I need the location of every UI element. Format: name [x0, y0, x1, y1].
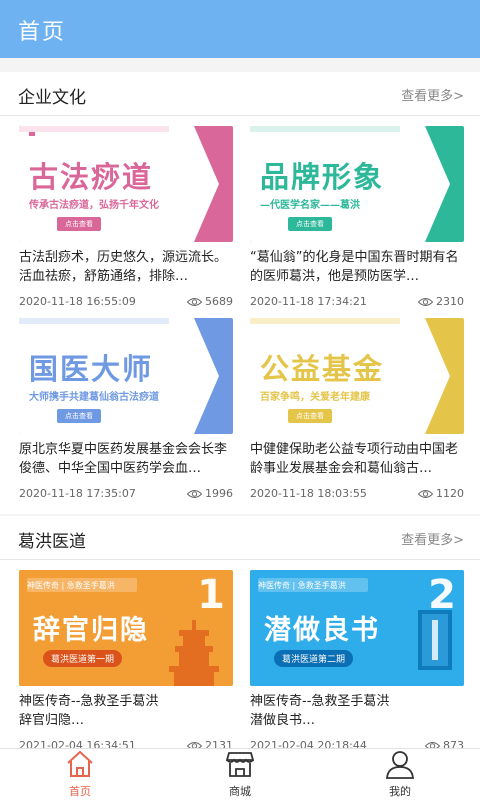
banner-subtitle: 百家争鸣，关爱老年建康	[260, 392, 370, 403]
view-count-value: 873	[443, 739, 464, 748]
article-banner: 品牌形象 —代医学名家——葛洪 点击查看	[250, 126, 464, 242]
view-count: 873	[425, 739, 464, 748]
tab-label: 我的	[389, 785, 411, 798]
eye-icon	[187, 741, 202, 748]
article-banner: 公益基金 百家争鸣，关爱老年建康 点击查看	[250, 318, 464, 434]
article-description: “葛仙翁”的化身是中国东晋时期有名的医师葛洪，他是预防医学…	[250, 250, 459, 284]
article-date: 2020-11-18 17:35:07	[19, 487, 136, 500]
bottom-tab-bar: 首页 商城 我的	[0, 748, 480, 800]
article-date: 2020-11-18 17:34:21	[250, 295, 367, 308]
article-card[interactable]: 公益基金 百家争鸣，关爱老年建康 点击查看 中健健保助老公益专项行动由中国老龄事…	[250, 318, 464, 503]
banner-number: 2	[428, 572, 456, 618]
eye-icon	[425, 741, 440, 748]
banner-title: 国医大师	[29, 352, 154, 386]
banner-period: 葛洪医道第一期	[43, 650, 123, 667]
article-date: 2021-02-04 16:34:51	[19, 739, 136, 748]
shop-icon	[225, 752, 255, 777]
article-meta: 2021-02-04 20:18:44 873	[250, 739, 464, 748]
user-icon	[386, 751, 414, 779]
view-count: 2131	[187, 739, 233, 748]
banner-number: 1	[197, 572, 225, 618]
article-card[interactable]: 品牌形象 —代医学名家——葛洪 点击查看 “葛仙翁”的化身是中国东晋时期有名的医…	[250, 126, 464, 311]
banner-title: 辞官归隐	[33, 615, 149, 646]
article-description: 神医传奇--急救圣手葛洪 潜做良书…	[250, 694, 390, 728]
article-date: 2020-11-18 16:55:09	[19, 295, 136, 308]
eye-icon	[187, 297, 202, 306]
banner-title: 潜做良书	[264, 615, 380, 646]
view-count: 1996	[187, 487, 233, 500]
article-banner: 国医大师 大师携手共建葛仙翁古法痧道 点击查看	[19, 318, 233, 434]
banner-button: 点击查看	[57, 409, 101, 423]
app-header: 首页	[0, 0, 480, 58]
section-culture: 企业文化 查看更多> 古法痧道 传承古法痧道，弘扬千年文化 点击查看 古法刮痧术…	[0, 72, 480, 514]
view-more-link[interactable]: 查看更多>	[401, 529, 464, 548]
section-header: 葛洪医道 查看更多>	[0, 516, 480, 560]
banner-title: 古法痧道	[29, 160, 154, 194]
banner-button: 点击查看	[288, 217, 332, 231]
section-title: 葛洪医道	[18, 532, 86, 552]
article-card[interactable]: 神医传奇 | 急救圣手葛洪 辞官归隐 葛洪医道第一期 1 神医传奇--急救圣手葛…	[19, 570, 233, 748]
view-count: 2310	[418, 295, 464, 308]
banner-tag: 神医传奇 | 急救圣手葛洪	[258, 581, 346, 590]
tab-label: 商城	[229, 785, 251, 798]
view-count-value: 2310	[436, 295, 464, 308]
article-description: 神医传奇--急救圣手葛洪 辞官归隐…	[19, 694, 159, 728]
article-banner: 神医传奇 | 急救圣手葛洪 潜做良书 葛洪医道第二期 2	[250, 570, 464, 686]
article-meta: 2020-11-18 18:03:55 1120	[250, 487, 464, 503]
article-card[interactable]: 神医传奇 | 急救圣手葛洪 潜做良书 葛洪医道第二期 2 神医传奇--急救圣手葛…	[250, 570, 464, 748]
banner-subtitle: 传承古法痧道，弘扬千年文化	[29, 200, 159, 211]
article-date: 2021-02-04 20:18:44	[250, 739, 367, 748]
article-description: 古法刮痧术，历史悠久，源远流长。活血祛瘀，舒筋通络，排除…	[19, 250, 228, 284]
article-description: 原北京华夏中医药发展基金会会长李俊德、中华全国中医药学会血…	[19, 442, 228, 476]
tab-profile[interactable]: 我的	[350, 749, 450, 800]
article-meta: 2020-11-18 17:34:21 2310	[250, 295, 464, 311]
tab-shop[interactable]: 商城	[190, 749, 290, 800]
article-meta: 2021-02-04 16:34:51 2131	[19, 739, 233, 748]
banner-title: 公益基金	[260, 352, 385, 386]
section-title: 企业文化	[18, 88, 86, 108]
article-banner: 神医传奇 | 急救圣手葛洪 辞官归隐 葛洪医道第一期 1	[19, 570, 233, 686]
tab-home[interactable]: 首页	[30, 749, 130, 800]
eye-icon	[418, 489, 433, 498]
article-card[interactable]: 国医大师 大师携手共建葛仙翁古法痧道 点击查看 原北京华夏中医药发展基金会会长李…	[19, 318, 233, 503]
banner-subtitle: —代医学名家——葛洪	[260, 200, 360, 211]
banner-tag: 神医传奇 | 急救圣手葛洪	[27, 581, 115, 590]
section-header: 企业文化 查看更多>	[0, 72, 480, 116]
view-count: 5689	[187, 295, 233, 308]
banner-title: 品牌形象	[260, 160, 385, 194]
view-count-value: 5689	[205, 295, 233, 308]
section-medicine: 葛洪医道 查看更多> 神医传奇 | 急救圣手葛洪 辞官归隐 葛洪医道第一期 1 …	[0, 516, 480, 748]
view-count: 1120	[418, 487, 464, 500]
article-description: 中健健保助老公益专项行动由中国老龄事业发展基金会和葛仙翁古…	[250, 442, 459, 476]
article-card[interactable]: 古法痧道 传承古法痧道，弘扬千年文化 点击查看 古法刮痧术，历史悠久，源远流长。…	[19, 126, 233, 311]
article-meta: 2020-11-18 16:55:09 5689	[19, 295, 233, 311]
home-icon	[67, 750, 93, 777]
banner-button: 点击查看	[288, 409, 332, 423]
page-title: 首页	[18, 20, 67, 45]
view-more-link[interactable]: 查看更多>	[401, 85, 464, 104]
article-banner: 古法痧道 传承古法痧道，弘扬千年文化 点击查看	[19, 126, 233, 242]
banner-period: 葛洪医道第二期	[274, 650, 354, 667]
article-date: 2020-11-18 18:03:55	[250, 487, 367, 500]
eye-icon	[187, 489, 202, 498]
view-count-value: 1120	[436, 487, 464, 500]
article-meta: 2020-11-18 17:35:07 1996	[19, 487, 233, 503]
tab-label: 首页	[69, 785, 91, 798]
banner-button: 点击查看	[57, 217, 101, 231]
view-count-value: 1996	[205, 487, 233, 500]
view-count-value: 2131	[205, 739, 233, 748]
banner-subtitle: 大师携手共建葛仙翁古法痧道	[29, 392, 159, 403]
eye-icon	[418, 297, 433, 306]
